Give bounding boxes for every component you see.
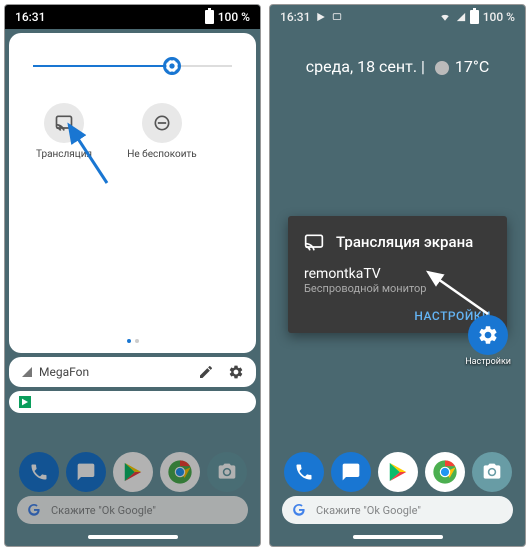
dock-phone-icon[interactable] bbox=[284, 452, 324, 492]
status-bar: 16:31 100 % bbox=[5, 5, 260, 29]
cast-settings-button[interactable]: НАСТРОЙКИ bbox=[304, 309, 491, 323]
tile-dnd-label: Не беспокоить bbox=[127, 149, 196, 160]
cast-device-name: remontkaTV bbox=[304, 266, 491, 282]
battery-pct: 100 % bbox=[218, 10, 250, 24]
cast-device-subtitle: Беспроводной монитор bbox=[304, 282, 491, 295]
quick-settings-panel: Трансляция Не беспокоить bbox=[9, 33, 256, 353]
weather-temp: 17°C bbox=[455, 57, 489, 76]
status-bar: 16:31 100 % bbox=[270, 5, 525, 29]
settings-shortcut[interactable]: Настройки bbox=[465, 315, 511, 367]
search-placeholder: Скажите "Ok Google" bbox=[51, 504, 156, 517]
dock-playstore-icon[interactable] bbox=[378, 452, 418, 492]
qs-tiles: Трансляция Не беспокоить bbox=[19, 103, 246, 160]
dock-camera-icon[interactable] bbox=[207, 452, 247, 492]
qs-footer: MegaFon bbox=[9, 357, 256, 387]
shortcut-label: Настройки bbox=[465, 357, 511, 367]
dock bbox=[270, 452, 525, 492]
gear-icon[interactable] bbox=[228, 364, 244, 380]
dock-phone-icon[interactable] bbox=[19, 452, 59, 492]
dock-camera-icon[interactable] bbox=[472, 452, 512, 492]
nav-bar[interactable] bbox=[270, 528, 525, 546]
date-text: среда, 18 сент. bbox=[306, 57, 417, 76]
separator: | bbox=[421, 57, 429, 76]
status-time: 16:31 bbox=[280, 10, 310, 24]
play-notif-icon bbox=[316, 12, 326, 22]
carrier-label: MegaFon bbox=[39, 365, 89, 379]
dnd-icon bbox=[142, 103, 182, 143]
tile-dnd[interactable]: Не беспокоить bbox=[127, 103, 197, 160]
status-right: 100 % bbox=[438, 10, 515, 24]
page-indicator bbox=[127, 339, 139, 343]
cast-dialog-title: Трансляция экрана bbox=[336, 233, 473, 251]
cast-icon bbox=[44, 103, 84, 143]
cast-device-item[interactable]: remontkaTV Беспроводной монитор bbox=[304, 266, 491, 295]
search-bar[interactable]: Скажите "Ok Google" bbox=[17, 496, 248, 524]
notification-strip[interactable] bbox=[9, 391, 256, 413]
cloud-icon bbox=[435, 61, 449, 75]
dock-messages-icon[interactable] bbox=[331, 452, 371, 492]
search-placeholder: Скажите "Ok Google" bbox=[316, 504, 421, 517]
nav-bar[interactable] bbox=[5, 528, 260, 546]
brightness-slider[interactable] bbox=[33, 55, 232, 79]
phone-right: 16:31 100 % среда, 18 сент. | 17°C Транс… bbox=[269, 4, 526, 547]
battery-icon bbox=[470, 10, 479, 24]
dock-playstore-icon[interactable] bbox=[113, 452, 153, 492]
brightness-thumb-icon[interactable] bbox=[163, 57, 181, 75]
wifi-icon bbox=[438, 12, 452, 22]
gear-icon bbox=[468, 315, 508, 355]
date-weather[interactable]: среда, 18 сент. | 17°C bbox=[270, 29, 525, 86]
tile-cast-label: Трансляция bbox=[36, 149, 92, 160]
battery-icon bbox=[205, 10, 214, 24]
signal-icon bbox=[456, 12, 466, 22]
cast-icon bbox=[304, 232, 324, 252]
search-bar[interactable]: Скажите "Ok Google" bbox=[282, 496, 513, 524]
signal-icon bbox=[21, 366, 33, 378]
dock-chrome-icon[interactable] bbox=[425, 452, 465, 492]
play-store-icon bbox=[19, 396, 31, 408]
google-logo-icon bbox=[292, 503, 306, 517]
dock bbox=[5, 452, 260, 492]
dock-messages-icon[interactable] bbox=[66, 452, 106, 492]
dock-chrome-icon[interactable] bbox=[160, 452, 200, 492]
status-time: 16:31 bbox=[15, 10, 45, 24]
tile-cast[interactable]: Трансляция bbox=[29, 103, 99, 160]
google-logo-icon bbox=[27, 503, 41, 517]
cast-notif-icon bbox=[332, 12, 342, 22]
edit-icon[interactable] bbox=[198, 364, 214, 380]
battery-pct: 100 % bbox=[483, 10, 515, 24]
phone-left: 16:31 100 % Трансляция bbox=[4, 4, 261, 547]
status-right: 100 % bbox=[205, 10, 250, 24]
